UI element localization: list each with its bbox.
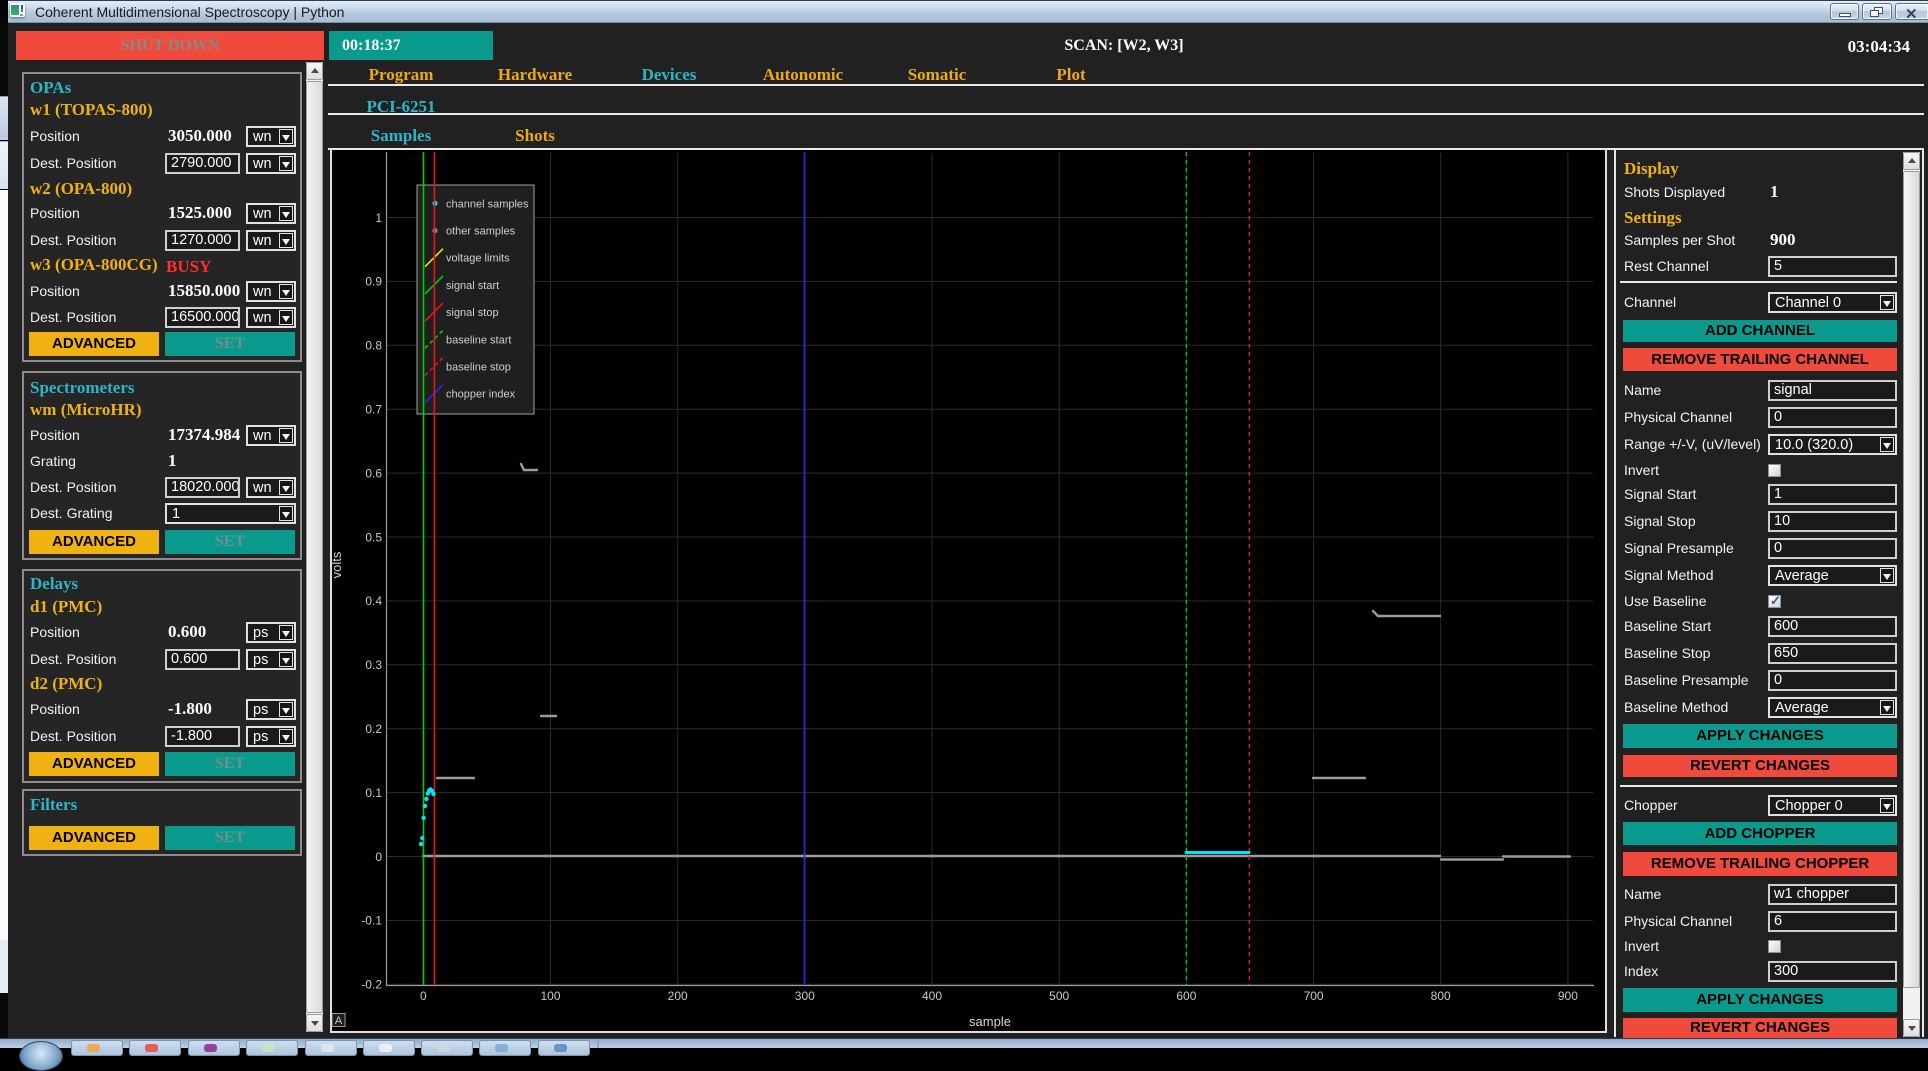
svg-text:0.9: 0.9	[365, 275, 382, 289]
svg-text:200: 200	[668, 989, 688, 1003]
svg-text:500: 500	[1049, 989, 1069, 1003]
svg-text:0: 0	[375, 850, 382, 864]
svg-text:other samples: other samples	[446, 226, 516, 238]
svg-text:0.1: 0.1	[365, 786, 382, 800]
svg-text:baseline stop: baseline stop	[446, 362, 511, 374]
svg-text:700: 700	[1304, 989, 1324, 1003]
svg-text:800: 800	[1431, 989, 1451, 1003]
svg-text:signal stop: signal stop	[446, 307, 499, 319]
svg-text:100: 100	[540, 989, 560, 1003]
svg-text:-0.1: -0.1	[361, 914, 382, 928]
svg-text:0.6: 0.6	[365, 466, 382, 480]
svg-text:signal start: signal start	[446, 280, 499, 292]
svg-text:chopper index: chopper index	[446, 389, 516, 401]
svg-text:sample: sample	[969, 1014, 1011, 1029]
svg-text:400: 400	[922, 989, 942, 1003]
svg-text:-0.2: -0.2	[361, 978, 382, 992]
svg-text:voltage limits: voltage limits	[446, 253, 510, 265]
svg-text:0.4: 0.4	[365, 594, 382, 608]
svg-text:1: 1	[375, 211, 382, 225]
svg-text:0.8: 0.8	[365, 339, 382, 353]
svg-text:300: 300	[795, 989, 815, 1003]
svg-text:volts: volts	[330, 551, 344, 578]
svg-text:0.2: 0.2	[365, 722, 382, 736]
svg-text:channel samples: channel samples	[446, 198, 529, 210]
svg-text:baseline start: baseline start	[446, 334, 511, 346]
svg-text:0: 0	[420, 989, 427, 1003]
svg-text:A: A	[335, 1015, 343, 1027]
svg-text:600: 600	[1176, 989, 1196, 1003]
svg-text:0.7: 0.7	[365, 403, 382, 417]
svg-text:0.5: 0.5	[365, 530, 382, 544]
svg-text:900: 900	[1558, 989, 1578, 1003]
svg-text:0.3: 0.3	[365, 658, 382, 672]
